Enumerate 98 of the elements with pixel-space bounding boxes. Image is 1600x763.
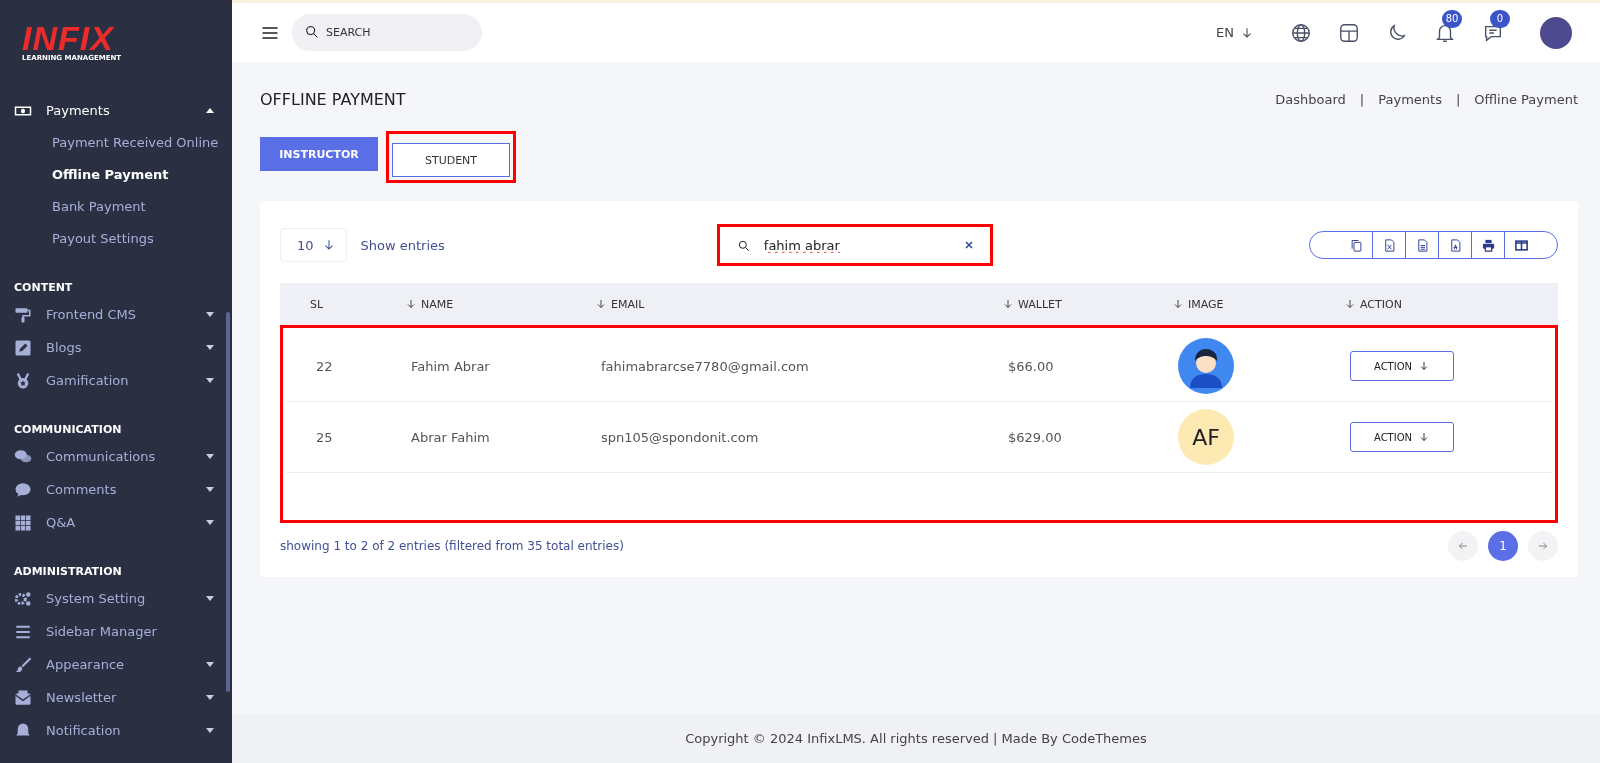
action-button[interactable]: ACTION	[1350, 422, 1454, 452]
table-cell: 25	[286, 402, 403, 473]
arrow-right-icon	[1537, 540, 1549, 552]
notification-count: 80	[1442, 9, 1462, 28]
sort-arrow-icon	[405, 298, 417, 310]
arrow-left-icon	[1457, 540, 1469, 552]
table-cell: $66.00	[1000, 331, 1170, 402]
search-icon	[304, 24, 320, 40]
tab[interactable]: STUDENT	[392, 143, 510, 177]
column-header[interactable]: ACTION	[1336, 283, 1558, 325]
message-count: 0	[1490, 9, 1510, 28]
sidebar-item[interactable]: System Setting	[0, 582, 232, 615]
caret-icon	[206, 108, 214, 113]
column-label: NAME	[421, 297, 454, 311]
breadcrumb-link[interactable]: Dashboard	[1275, 92, 1346, 107]
scrollbar[interactable]	[226, 312, 230, 692]
sidebar-heading: ADMINISTRATION	[13, 564, 123, 580]
comment-icon	[14, 480, 32, 499]
table-search-field[interactable]: fahim abrar	[716, 224, 993, 266]
column-header[interactable]: SL	[280, 283, 397, 325]
caret-icon	[206, 520, 214, 525]
sidebar-subitem[interactable]: Payment Received Online	[0, 127, 219, 159]
sidebar-item[interactable]: Comments	[0, 473, 232, 506]
sidebar-item[interactable]: Notification	[0, 714, 232, 747]
edit-icon	[14, 338, 32, 357]
column-label: EMAIL	[611, 297, 645, 311]
caret-icon	[206, 487, 214, 492]
column-label: WALLET	[1018, 297, 1062, 311]
breadcrumb-link[interactable]: Offline Payment	[1474, 92, 1578, 107]
column-label: SL	[310, 297, 324, 311]
breadcrumb-separator: |	[1455, 92, 1461, 107]
grid-icon	[14, 513, 32, 532]
caret-icon	[206, 662, 214, 667]
tab[interactable]: INSTRUCTOR	[260, 137, 378, 171]
action-button[interactable]: ACTION	[1350, 351, 1454, 381]
search-field[interactable]: SEARCH	[292, 14, 482, 51]
caret-icon	[206, 312, 214, 317]
page-size-label: Show entries	[360, 237, 445, 253]
sidebar-item[interactable]: Q&A	[0, 506, 232, 539]
user-initials-avatar: AF	[1178, 409, 1234, 465]
column-label: IMAGE	[1188, 297, 1224, 311]
clear-icon	[962, 239, 975, 251]
table-cell: 22	[286, 331, 403, 402]
caret-icon	[206, 728, 214, 733]
column-header[interactable]: WALLET	[994, 283, 1164, 325]
sidebar-item[interactable]: Appearance	[0, 648, 232, 681]
caret-icon	[206, 345, 214, 350]
sort-arrow-icon	[595, 298, 607, 310]
table-cell: Fahim Abrar	[403, 331, 593, 402]
logo-title: INFIX	[22, 22, 114, 54]
caret-icon	[206, 695, 214, 700]
column-label: ACTION	[1360, 297, 1402, 311]
search-icon	[736, 239, 751, 253]
brush-icon	[14, 655, 32, 674]
caret-icon	[206, 454, 214, 459]
sidebar-subitem[interactable]: Bank Payment	[0, 191, 146, 223]
entries-info: showing 1 to 2 of 2 entries (filtered from 35 total entries)	[280, 539, 624, 553]
sidebar-subitem[interactable]: Payout Settings	[0, 223, 154, 255]
sidebar-item[interactable]: Sidebar Manager	[0, 615, 232, 648]
layout-icon	[1338, 21, 1360, 44]
sidebar-item[interactable]: Blogs	[0, 331, 232, 364]
table-cell: fahimabrarcse7780@gmail.com	[593, 331, 1000, 402]
page-size-select[interactable]: 10	[280, 228, 347, 262]
user-avatar	[1178, 338, 1234, 394]
caret-icon	[206, 596, 214, 601]
sort-arrow-icon	[1344, 298, 1356, 310]
sidebar-item[interactable]: Newsletter	[0, 681, 232, 714]
copy-icon	[1348, 237, 1364, 253]
columns-icon	[1513, 237, 1529, 253]
table-cell: Abrar Fahim	[403, 402, 593, 473]
column-header[interactable]: NAME	[397, 283, 587, 325]
page-title: OFFLINE PAYMENT	[260, 90, 406, 109]
sort-arrow-icon	[1172, 298, 1184, 310]
column-header[interactable]: IMAGE	[1164, 283, 1336, 325]
envelope-icon	[14, 688, 32, 707]
caret-icon	[206, 378, 214, 383]
globe-icon	[1290, 21, 1312, 44]
sort-arrow-icon	[1002, 298, 1014, 310]
sidebar-heading: CONTENT	[13, 280, 74, 296]
page-button[interactable]: 1	[1488, 531, 1518, 561]
table-cell: spn105@spondonit.com	[593, 402, 1000, 473]
breadcrumb-separator: |	[1359, 92, 1365, 107]
sidebar-item[interactable]: Frontend CMS	[0, 298, 232, 331]
sidebar-item[interactable]: Communications	[0, 440, 232, 473]
sidebar-item[interactable]: Gamification	[0, 364, 232, 397]
gears-icon	[14, 589, 32, 608]
sidebar-item[interactable]: Payments	[0, 94, 232, 127]
sidebar-heading: COMMUNICATION	[13, 422, 123, 438]
language-selector[interactable]: EN	[1216, 25, 1254, 40]
print-icon	[1480, 237, 1496, 253]
column-header[interactable]: EMAIL	[587, 283, 994, 325]
medal-icon	[14, 371, 32, 390]
table-cell: $629.00	[1000, 402, 1170, 473]
breadcrumb-link[interactable]: Payments	[1378, 92, 1442, 107]
footer-text: Copyright © 2024 InfixLMS. All rights reserved | Made By CodeThemes	[232, 713, 1600, 763]
sidebar-subitem[interactable]: Offline Payment	[0, 159, 169, 191]
paint-roller-icon	[14, 305, 32, 324]
user-avatar[interactable]	[1540, 16, 1572, 49]
